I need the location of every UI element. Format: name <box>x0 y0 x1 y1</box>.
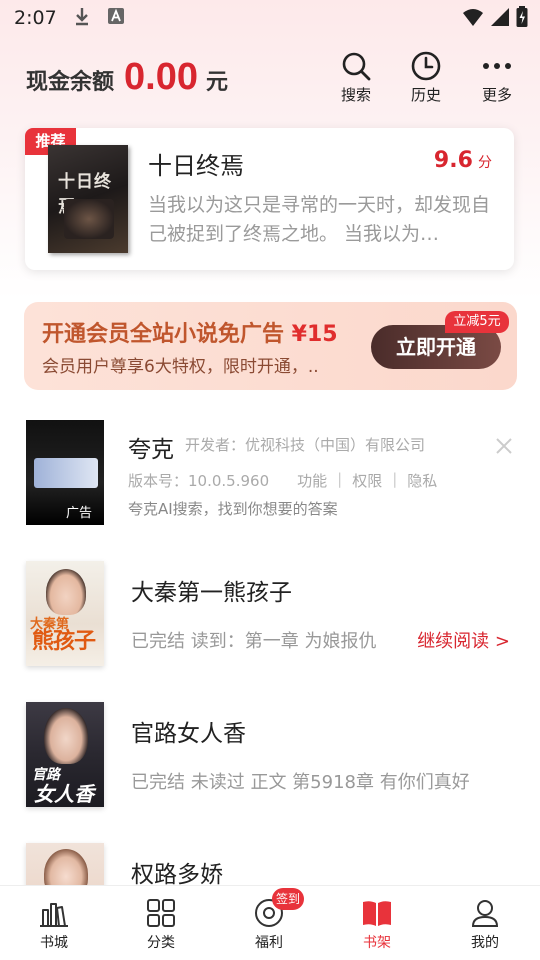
recommend-score: 9.6 分 <box>434 148 492 173</box>
close-ad-button[interactable] <box>494 436 516 458</box>
bookstore-icon <box>14 898 94 928</box>
divider: | <box>337 470 343 488</box>
recommend-description: 当我以为这只是寻常的一天时，却发现自己被捉到了终焉之地。 当我以为… <box>148 194 491 245</box>
cover-line2: 女人香 <box>34 782 94 806</box>
vip-banner[interactable]: 开通会员全站小说免广告 ¥15 会员用户尊享6大特权，限时开通，.. 立即开通 … <box>24 302 517 390</box>
ad-label: 广告 <box>65 506 92 521</box>
history-label: 历史 <box>410 86 441 104</box>
score-value: 9.6 <box>433 148 473 173</box>
status-time: 2:07 <box>14 7 57 29</box>
more-icon <box>472 50 522 82</box>
search-icon <box>331 50 381 82</box>
recommend-title: 十日终焉 <box>148 152 244 180</box>
ad-version: 版本号：10.0.5.960 <box>128 472 270 490</box>
profile-icon <box>445 898 525 928</box>
wifi-icon <box>462 7 484 32</box>
tab-label: 书架 <box>363 935 391 951</box>
ad-item[interactable]: 广告 夸克 开发者：优视科技（中国）有限公司 版本号：10.0.5.960 功能… <box>0 418 540 528</box>
balance-label: 现金余额 <box>26 70 115 95</box>
ad-link-function[interactable]: 功能 <box>297 470 327 491</box>
tab-bookshelf[interactable]: 书架 <box>337 898 417 952</box>
bookshelf-item[interactable]: 大秦第 熊孩子 大秦第一熊孩子 已完结 读到：第一章 为娘报仇 继续阅读 > <box>0 561 540 671</box>
book-title: 官路女人香 <box>131 721 246 747</box>
score-unit: 分 <box>478 155 492 171</box>
cash-balance[interactable]: 现金余额 0.00 元 <box>26 56 228 99</box>
grid-icon <box>121 898 201 928</box>
cover-artwork <box>44 708 88 764</box>
balance-unit: 元 <box>205 70 228 95</box>
more-button[interactable]: 更多 <box>472 50 522 105</box>
tab-profile[interactable]: 我的 <box>445 898 525 952</box>
cover-artwork <box>46 569 86 615</box>
tab-category[interactable]: 分类 <box>121 898 201 952</box>
ad-link-permission[interactable]: 权限 <box>352 470 382 491</box>
search-label: 搜索 <box>340 86 371 104</box>
cover-artwork <box>64 199 114 239</box>
tab-label: 分类 <box>147 935 175 951</box>
bottom-navigation: 书城 分类 签到 福利 书架 我的 <box>0 885 540 960</box>
notification-a-icon <box>107 7 125 30</box>
book-cover[interactable]: 官路 女人香 <box>26 702 104 807</box>
recommend-book-cover[interactable]: 十日终焉 <box>48 145 128 253</box>
vip-title-text: 开通会员全站小说免广告 <box>42 322 292 347</box>
more-label: 更多 <box>481 86 512 104</box>
ad-thumbnail[interactable]: 广告 <box>26 420 104 525</box>
signal-icon <box>490 7 510 32</box>
vip-title: 开通会员全站小说免广告 ¥15 <box>42 316 338 348</box>
bookshelf-icon <box>337 898 417 928</box>
ad-app-name: 夸克 <box>128 437 174 463</box>
ad-link-privacy[interactable]: 隐私 <box>407 470 437 491</box>
bookshelf-item[interactable]: 官路 女人香 官路女人香 已完结 未读过 正文 第5918章 有你们真好 <box>0 702 540 812</box>
vip-price: ¥15 <box>291 322 338 347</box>
discount-tag: 立减5元 <box>445 311 509 333</box>
header: 现金余额 0.00 元 搜索 历史 更多 <box>0 50 540 110</box>
ad-screen-image <box>34 458 98 488</box>
close-icon <box>494 438 514 460</box>
tab-label: 福利 <box>255 935 283 951</box>
status-bar: 2:07 <box>0 0 540 36</box>
history-button[interactable]: 历史 <box>401 50 451 105</box>
book-progress: 已完结 读到：第一章 为娘报仇 <box>131 631 377 652</box>
continue-reading-link[interactable]: 继续阅读 > <box>417 627 510 653</box>
search-button[interactable]: 搜索 <box>331 50 381 105</box>
book-title: 权路多娇 <box>131 862 223 888</box>
ad-description: 夸克AI搜索，找到你想要的答案 <box>128 500 338 518</box>
ad-meta: 版本号：10.0.5.960 功能 | 权限 | 隐私 <box>128 470 437 491</box>
recommend-card[interactable]: 推荐 十日终焉 十日终焉 9.6 分 当我以为这只是寻常的一天时，却发现自己被捉… <box>25 128 514 270</box>
ad-developer: 开发者：优视科技（中国）有限公司 <box>185 436 426 454</box>
clock-icon <box>401 50 451 82</box>
cover-line2: 熊孩子 <box>32 629 96 654</box>
tab-label: 我的 <box>471 935 499 951</box>
tab-bookstore[interactable]: 书城 <box>14 898 94 952</box>
sign-in-badge: 签到 <box>272 888 304 910</box>
book-progress: 已完结 未读过 正文 第5918章 有你们真好 <box>131 772 470 793</box>
download-icon <box>73 6 91 31</box>
book-cover[interactable]: 大秦第 熊孩子 <box>26 561 104 666</box>
book-title: 大秦第一熊孩子 <box>131 580 292 606</box>
balance-amount: 0.00 <box>124 56 198 98</box>
tab-welfare[interactable]: 签到 福利 <box>229 888 309 952</box>
battery-icon <box>516 6 528 33</box>
tab-label: 书城 <box>40 935 68 951</box>
divider: | <box>392 470 398 488</box>
vip-subtitle: 会员用户尊享6大特权，限时开通，.. <box>42 357 319 377</box>
